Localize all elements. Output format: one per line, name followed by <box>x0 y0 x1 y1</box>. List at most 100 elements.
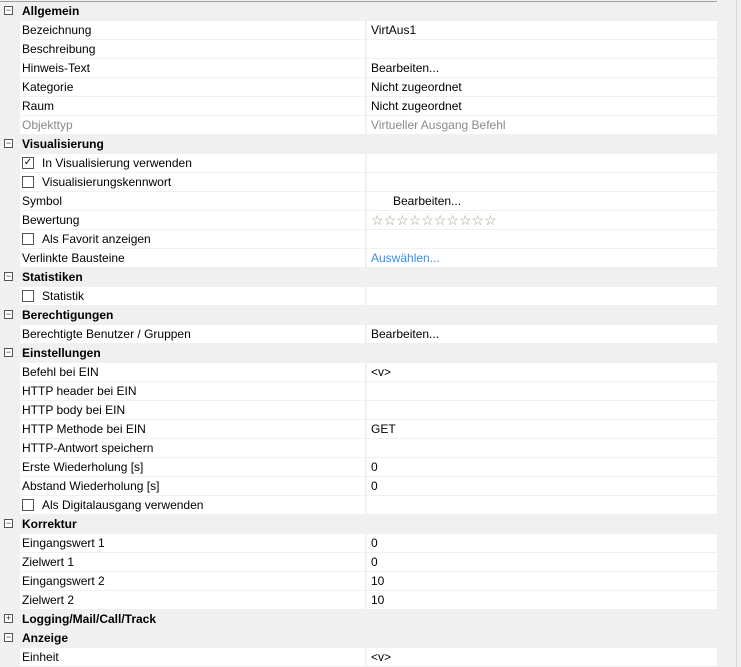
property-row-bewertung[interactable]: Bewertung ☆☆☆☆☆☆☆☆☆☆ <box>0 211 717 230</box>
property-label: Als Favorit anzeigen <box>42 232 151 246</box>
property-row-kategorie[interactable]: Kategorie Nicht zugeordnet <box>0 78 717 97</box>
property-value[interactable]: Bearbeiten... <box>367 59 717 77</box>
property-row-symbol[interactable]: Symbol Bearbeiten... <box>0 192 717 211</box>
property-row-eingangswert-2[interactable]: Eingangswert 2 10 <box>0 572 717 591</box>
property-label: Einheit <box>22 650 59 664</box>
section-header-berechtigungen[interactable]: − Berechtigungen <box>0 306 717 325</box>
checkbox[interactable] <box>22 290 34 302</box>
property-row-befehl-bei-ein[interactable]: Befehl bei EIN <v> <box>0 363 717 382</box>
property-row-hinweis-text[interactable]: Hinweis-Text Bearbeiten... <box>0 59 717 78</box>
property-label: Bewertung <box>22 213 80 227</box>
property-name[interactable]: Als Digitalausgang verwenden <box>20 496 365 514</box>
section-header-visualisierung[interactable]: − Visualisierung <box>0 135 717 154</box>
property-row-zielwert-2[interactable]: Zielwert 2 10 <box>0 591 717 610</box>
value-text: 0 <box>371 555 378 569</box>
property-name: Hinweis-Text <box>20 59 365 77</box>
star-icon[interactable]: ☆ <box>459 212 472 228</box>
property-row-als-favorit-anzeigen[interactable]: Als Favorit anzeigen <box>0 230 717 249</box>
property-row-abstand-wiederholung-s[interactable]: Abstand Wiederholung [s] 0 <box>0 477 717 496</box>
property-value[interactable]: Bearbeiten... <box>367 192 717 210</box>
star-icon[interactable]: ☆ <box>371 212 384 228</box>
checkbox[interactable]: ✓ <box>22 157 34 169</box>
section-header-allgemein[interactable]: − Allgemein <box>0 2 717 21</box>
property-name[interactable]: ✓ In Visualisierung verwenden <box>20 154 365 172</box>
property-row-eingangswert-1[interactable]: Eingangswert 1 0 <box>0 534 717 553</box>
property-value[interactable]: <v> <box>367 363 717 381</box>
property-row-visualisierungskennwort[interactable]: Visualisierungskennwort <box>0 173 717 192</box>
property-value[interactable] <box>367 382 717 400</box>
property-row-zielwert-1[interactable]: Zielwert 1 0 <box>0 553 717 572</box>
star-icon[interactable]: ☆ <box>384 212 397 228</box>
star-icon[interactable]: ☆ <box>421 212 434 228</box>
property-row-erste-wiederholung-s[interactable]: Erste Wiederholung [s] 0 <box>0 458 717 477</box>
property-row-einheit[interactable]: Einheit <v> <box>0 648 717 667</box>
property-name[interactable]: Statistik <box>20 287 365 305</box>
property-row-bezeichnung[interactable]: Bezeichnung VirtAus1 <box>0 21 717 40</box>
property-row-objekttyp[interactable]: Objekttyp Virtueller Ausgang Befehl <box>0 116 717 135</box>
collapse-icon[interactable]: − <box>4 6 13 15</box>
select-link[interactable]: Auswählen... <box>371 251 440 265</box>
property-value[interactable] <box>367 287 717 305</box>
property-value[interactable]: 0 <box>367 458 717 476</box>
section-header-einstellungen[interactable]: − Einstellungen <box>0 344 717 363</box>
property-value[interactable]: Auswählen... <box>367 249 717 267</box>
property-row-http-methode-bei-ein[interactable]: HTTP Methode bei EIN GET <box>0 420 717 439</box>
property-row-beschreibung[interactable]: Beschreibung <box>0 40 717 59</box>
property-row-verlinkte-bausteine[interactable]: Verlinkte Bausteine Auswählen... <box>0 249 717 268</box>
star-icon[interactable]: ☆ <box>396 212 409 228</box>
property-row-berechtigte-benutzer-gruppen[interactable]: Berechtigte Benutzer / Gruppen Bearbeiten… <box>0 325 717 344</box>
expand-icon[interactable]: + <box>4 614 13 623</box>
property-value[interactable]: Bearbeiten... <box>367 325 717 343</box>
property-value[interactable] <box>367 496 717 514</box>
star-icon[interactable]: ☆ <box>434 212 447 228</box>
star-icon[interactable]: ☆ <box>446 212 459 228</box>
collapse-icon[interactable]: − <box>4 310 13 319</box>
property-row-http-antwort-speichern[interactable]: HTTP-Antwort speichern <box>0 439 717 458</box>
checkbox[interactable] <box>22 499 34 511</box>
property-value[interactable]: 0 <box>367 553 717 571</box>
collapse-icon[interactable]: − <box>4 519 13 528</box>
section-header-korrektur[interactable]: − Korrektur <box>0 515 717 534</box>
property-name[interactable]: Als Favorit anzeigen <box>20 230 365 248</box>
property-name[interactable]: Visualisierungskennwort <box>20 173 365 191</box>
collapse-icon[interactable]: − <box>4 633 13 642</box>
collapse-icon[interactable]: − <box>4 139 13 148</box>
property-value[interactable]: GET <box>367 420 717 438</box>
checkbox[interactable] <box>22 176 34 188</box>
section-header-anzeige[interactable]: − Anzeige <box>0 629 717 648</box>
star-icon[interactable]: ☆ <box>484 212 497 228</box>
property-value[interactable]: 0 <box>367 534 717 552</box>
property-value[interactable] <box>367 230 717 248</box>
property-row-http-body-bei-ein[interactable]: HTTP body bei EIN <box>0 401 717 420</box>
property-value[interactable]: Nicht zugeordnet <box>367 78 717 96</box>
section-header-logging-mail-call-track[interactable]: + Logging/Mail/Call/Track <box>0 610 717 629</box>
property-value[interactable] <box>367 401 717 419</box>
collapse-icon[interactable]: − <box>4 348 13 357</box>
property-value[interactable]: ☆☆☆☆☆☆☆☆☆☆ <box>367 211 717 229</box>
checkbox[interactable] <box>22 233 34 245</box>
property-value[interactable] <box>367 439 717 457</box>
property-row-statistik[interactable]: Statistik <box>0 287 717 306</box>
property-label: Beschreibung <box>22 42 96 56</box>
rating-stars[interactable]: ☆☆☆☆☆☆☆☆☆☆ <box>371 212 497 229</box>
property-row-als-digitalausgang-verwenden[interactable]: Als Digitalausgang verwenden <box>0 496 717 515</box>
property-label: HTTP body bei EIN <box>22 403 126 417</box>
property-name: HTTP body bei EIN <box>20 401 365 419</box>
property-value[interactable]: 10 <box>367 572 717 590</box>
property-row-http-header-bei-ein[interactable]: HTTP header bei EIN <box>0 382 717 401</box>
property-label: Symbol <box>22 194 63 208</box>
section-header-statistiken[interactable]: − Statistiken <box>0 268 717 287</box>
property-value[interactable]: Nicht zugeordnet <box>367 97 717 115</box>
property-value[interactable] <box>367 173 717 191</box>
collapse-icon[interactable]: − <box>4 272 13 281</box>
property-value[interactable] <box>367 154 717 172</box>
property-value[interactable]: 0 <box>367 477 717 495</box>
property-row-raum[interactable]: Raum Nicht zugeordnet <box>0 97 717 116</box>
property-value[interactable]: <v> <box>367 648 717 666</box>
property-row-in-visualisierung-verwenden[interactable]: ✓ In Visualisierung verwenden <box>0 154 717 173</box>
star-icon[interactable]: ☆ <box>409 212 422 228</box>
property-value[interactable]: 10 <box>367 591 717 609</box>
property-value[interactable] <box>367 40 717 58</box>
star-icon[interactable]: ☆ <box>472 212 485 228</box>
property-value[interactable]: VirtAus1 <box>367 21 717 39</box>
